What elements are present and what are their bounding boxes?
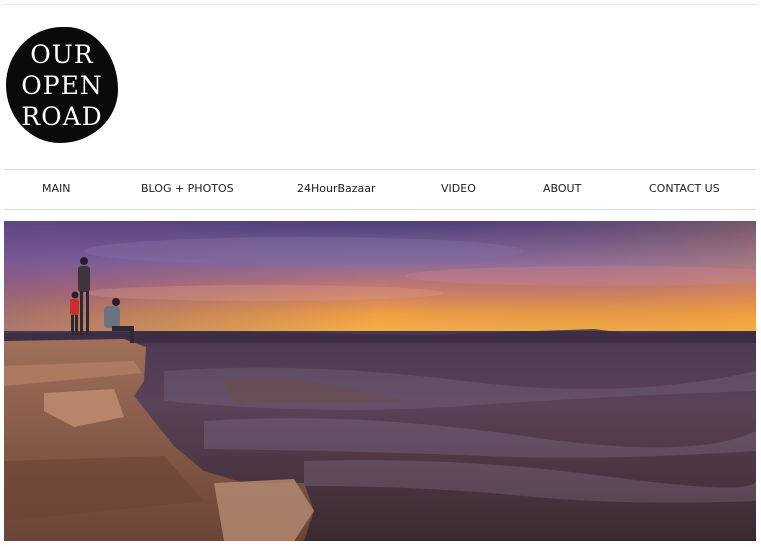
- logo-line-1: OUR: [30, 39, 94, 69]
- nav-item-video[interactable]: VIDEO: [441, 170, 476, 209]
- hero-image: [4, 221, 756, 541]
- nav-item-24hourbazaar[interactable]: 24HourBazaar: [297, 170, 376, 209]
- logo-text: OUR OPEN ROAD: [6, 27, 118, 143]
- site-logo[interactable]: OUR OPEN ROAD: [6, 27, 118, 143]
- hero-photo-desert-sunset: [4, 221, 756, 541]
- nav-item-blog-photos[interactable]: BLOG + PHOTOS: [141, 170, 234, 209]
- logo-line-3: ROAD: [21, 101, 103, 131]
- nav-item-main[interactable]: MAIN: [42, 170, 71, 209]
- logo-line-2: OPEN: [21, 70, 103, 100]
- nav-item-about[interactable]: ABOUT: [543, 170, 581, 209]
- main-nav: MAIN BLOG + PHOTOS 24HourBazaar VIDEO AB…: [4, 169, 756, 210]
- top-divider: [4, 4, 756, 5]
- nav-item-contact-us[interactable]: CONTACT US: [649, 170, 720, 209]
